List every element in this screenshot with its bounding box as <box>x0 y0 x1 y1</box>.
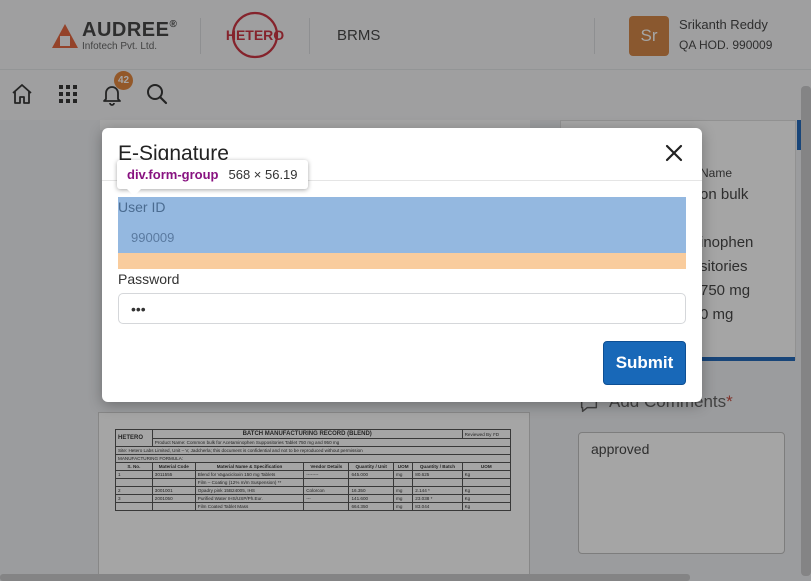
form-group-margin-highlight <box>118 253 686 269</box>
password-label: Password <box>118 271 180 287</box>
userid-input[interactable] <box>118 222 686 252</box>
devtools-inspect-tooltip: div.form-group 568 × 56.19 <box>117 160 308 196</box>
submit-button[interactable]: Submit <box>603 341 686 385</box>
close-icon[interactable] <box>663 142 685 164</box>
userid-label: User ID <box>118 199 166 215</box>
tooltip-dimensions: 568 × 56.19 <box>228 167 298 182</box>
tooltip-tag: div.form-group <box>127 167 219 182</box>
password-input[interactable] <box>118 293 686 324</box>
